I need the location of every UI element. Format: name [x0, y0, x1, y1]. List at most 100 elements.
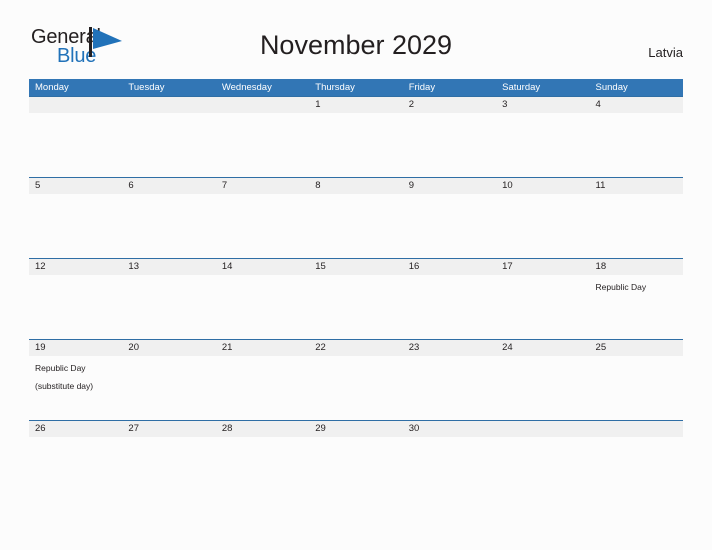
calendar-day-cell[interactable]: 12	[29, 259, 122, 340]
calendar-day-cell[interactable]: 24	[496, 340, 589, 421]
calendar-day-cell[interactable]: 25	[590, 340, 683, 421]
day-number: 25	[595, 342, 607, 353]
calendar-day-cell[interactable]: 15	[309, 259, 402, 340]
calendar-day-cell[interactable]: 17	[496, 259, 589, 340]
day-events	[128, 194, 211, 196]
day-number: 28	[221, 423, 233, 434]
event-text: Republic Day	[595, 282, 647, 292]
calendar-day-cell[interactable]: 20	[122, 340, 215, 421]
day-number: 6	[128, 180, 134, 191]
weekday-header-thursday: Thursday	[315, 82, 355, 93]
day-events	[222, 437, 305, 439]
calendar-grid: Monday Tuesday Wednesday Thursday Friday…	[29, 79, 683, 501]
calendar-day-cell[interactable]: 2	[403, 97, 496, 178]
calendar-day-cell[interactable]: 28	[216, 421, 309, 502]
day-number: 26	[35, 423, 46, 434]
day-events	[409, 356, 492, 358]
day-events	[409, 437, 492, 439]
day-number: 11	[595, 180, 606, 191]
day-events	[128, 275, 211, 277]
day-number: 19	[35, 342, 46, 353]
calendar-day-cell[interactable]: 9	[403, 178, 496, 259]
calendar-day-cell[interactable]	[496, 421, 589, 502]
day-events	[35, 194, 118, 196]
day-number: 5	[35, 180, 41, 191]
day-events	[35, 113, 118, 115]
calendar-day-cell[interactable]: 21	[216, 340, 309, 421]
weekday-header-tuesday: Tuesday	[128, 82, 165, 93]
day-events	[35, 275, 118, 277]
calendar-day-cell[interactable]: 27	[122, 421, 215, 502]
calendar-day-cell[interactable]: 26	[29, 421, 122, 502]
calendar-week-row: 26 27 28 29 30	[29, 420, 683, 501]
calendar-day-cell[interactable]: 5	[29, 178, 122, 259]
calendar-day-cell[interactable]: 13	[122, 259, 215, 340]
calendar-day-cell[interactable]: 1	[309, 97, 402, 178]
calendar-day-cell[interactable]: 23	[403, 340, 496, 421]
weekday-header-wednesday: Wednesday	[221, 82, 272, 93]
day-events: Republic Day	[596, 275, 679, 295]
day-events	[222, 275, 305, 277]
day-events	[502, 275, 585, 277]
day-events: Republic Day (substitute day)	[35, 356, 118, 394]
day-number: 22	[315, 342, 326, 353]
day-events	[222, 194, 305, 196]
calendar-day-cell[interactable]: 19 Republic Day (substitute day)	[29, 340, 122, 421]
day-number: 17	[502, 261, 513, 272]
calendar-day-cell[interactable]: 30	[403, 421, 496, 502]
calendar-week-row: 12 13 14 15 16 17 18 Republic Day	[29, 258, 683, 339]
day-number: 9	[408, 180, 414, 191]
day-events	[502, 113, 585, 115]
calendar-day-cell[interactable]: 29	[309, 421, 402, 502]
day-number: 16	[408, 261, 420, 272]
day-number: 2	[408, 99, 414, 110]
day-number: 20	[128, 342, 139, 353]
day-events	[502, 437, 585, 439]
calendar-day-cell[interactable]	[29, 97, 122, 178]
day-number: 7	[221, 180, 228, 191]
day-events	[596, 437, 679, 439]
calendar-day-cell[interactable]: 14	[216, 259, 309, 340]
calendar-day-cell[interactable]	[216, 97, 309, 178]
calendar-day-cell[interactable]: 8	[309, 178, 402, 259]
calendar-week-row: 19 Republic Day (substitute day) 20 21 2…	[29, 339, 683, 420]
day-number: 13	[128, 261, 139, 272]
day-events	[596, 113, 679, 115]
calendar-day-cell[interactable]	[590, 421, 683, 502]
day-events	[315, 113, 398, 115]
day-events	[409, 275, 492, 277]
calendar-day-cell[interactable]: 6	[122, 178, 215, 259]
day-events	[409, 113, 492, 115]
day-events	[128, 113, 211, 115]
day-events	[315, 437, 398, 439]
day-events	[315, 275, 398, 277]
day-events	[222, 113, 305, 115]
day-events	[128, 356, 211, 358]
calendar-day-cell[interactable]: 7	[216, 178, 309, 259]
calendar-day-cell[interactable]: 16	[403, 259, 496, 340]
country-label: Latvia	[648, 45, 683, 60]
calendar-day-cell[interactable]: 11	[590, 178, 683, 259]
weekday-header-friday: Friday	[408, 82, 436, 93]
calendar-day-cell[interactable]	[122, 97, 215, 178]
day-number: 18	[595, 261, 607, 272]
calendar-day-cell[interactable]: 3	[496, 97, 589, 178]
weekday-header-sunday: Sunday	[595, 82, 628, 93]
weekday-header-saturday: Saturday	[502, 82, 541, 93]
calendar-day-cell[interactable]: 4	[590, 97, 683, 178]
calendar-day-cell[interactable]: 22	[309, 340, 402, 421]
calendar-day-cell[interactable]: 10	[496, 178, 589, 259]
day-number: 27	[128, 423, 139, 434]
day-events	[596, 356, 679, 358]
weekday-header-row: Monday Tuesday Wednesday Thursday Friday…	[29, 79, 683, 96]
page-header: General Blue November 2029 Latvia	[0, 0, 712, 67]
calendar-day-cell[interactable]: 18 Republic Day	[590, 259, 683, 340]
day-number: 1	[315, 99, 321, 110]
page-title: November 2029	[259, 30, 453, 60]
day-events	[502, 356, 585, 358]
day-number: 24	[502, 342, 513, 353]
day-number: 4	[595, 99, 601, 110]
weekday-header-monday: Monday	[35, 82, 69, 93]
day-events	[502, 194, 585, 196]
day-number: 12	[35, 261, 46, 272]
